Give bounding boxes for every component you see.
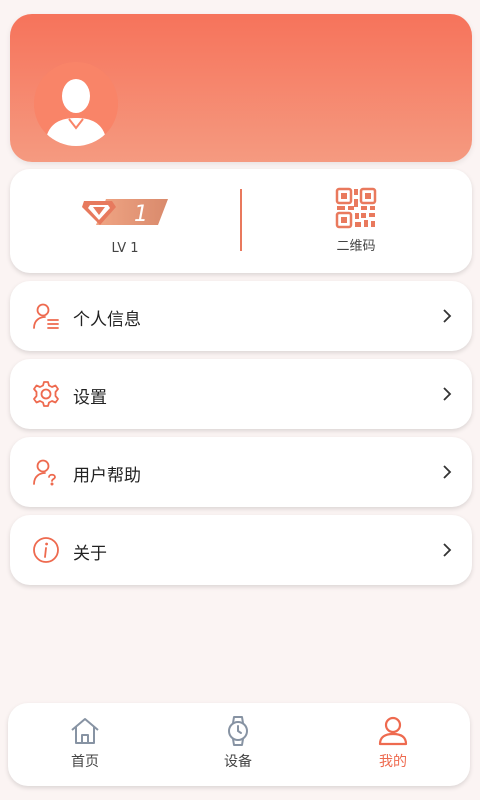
menu-item-about[interactable]: 关于 bbox=[10, 515, 472, 585]
tab-mine[interactable]: 我的 bbox=[353, 715, 433, 777]
gear-icon bbox=[33, 381, 59, 407]
default-user-avatar-icon bbox=[34, 62, 118, 146]
tab-label: 设备 bbox=[224, 754, 252, 770]
chevron-right-icon bbox=[443, 387, 452, 401]
user-help-icon bbox=[33, 459, 56, 486]
profile-header bbox=[10, 14, 472, 162]
user-icon bbox=[378, 716, 408, 746]
home-icon bbox=[71, 718, 99, 744]
menu-item-user-help[interactable]: 用户帮助 bbox=[10, 437, 472, 507]
user-list-icon bbox=[33, 303, 59, 329]
tab-devices[interactable]: 设备 bbox=[198, 715, 278, 777]
qr-code-label: 二维码 bbox=[336, 239, 376, 254]
level-label: LV 1 bbox=[111, 241, 139, 256]
menu-item-settings[interactable]: 设置 bbox=[10, 359, 472, 429]
bottom-tab-bar: 首页 设备 我的 bbox=[8, 703, 470, 786]
avatar[interactable] bbox=[34, 62, 118, 146]
menu-label: 用户帮助 bbox=[73, 466, 141, 486]
menu-label: 关于 bbox=[73, 544, 107, 564]
menu-label: 设置 bbox=[73, 388, 107, 408]
chevron-right-icon bbox=[443, 309, 452, 323]
qr-code-icon[interactable] bbox=[335, 187, 377, 229]
tab-label: 我的 bbox=[379, 754, 407, 770]
level-card: 1 LV 1 二维码 bbox=[10, 169, 472, 273]
menu-label: 个人信息 bbox=[73, 310, 141, 330]
divider bbox=[240, 189, 242, 251]
tab-home[interactable]: 首页 bbox=[45, 715, 125, 777]
chevron-right-icon bbox=[443, 465, 452, 479]
diamond-level-badge-icon[interactable]: 1 bbox=[82, 193, 168, 227]
chevron-right-icon bbox=[443, 543, 452, 557]
level-badge-number: 1 bbox=[134, 202, 148, 227]
menu-item-personal-info[interactable]: 个人信息 bbox=[10, 281, 472, 351]
tab-label: 首页 bbox=[71, 754, 99, 770]
info-icon bbox=[33, 537, 59, 563]
watch-icon bbox=[228, 716, 248, 746]
